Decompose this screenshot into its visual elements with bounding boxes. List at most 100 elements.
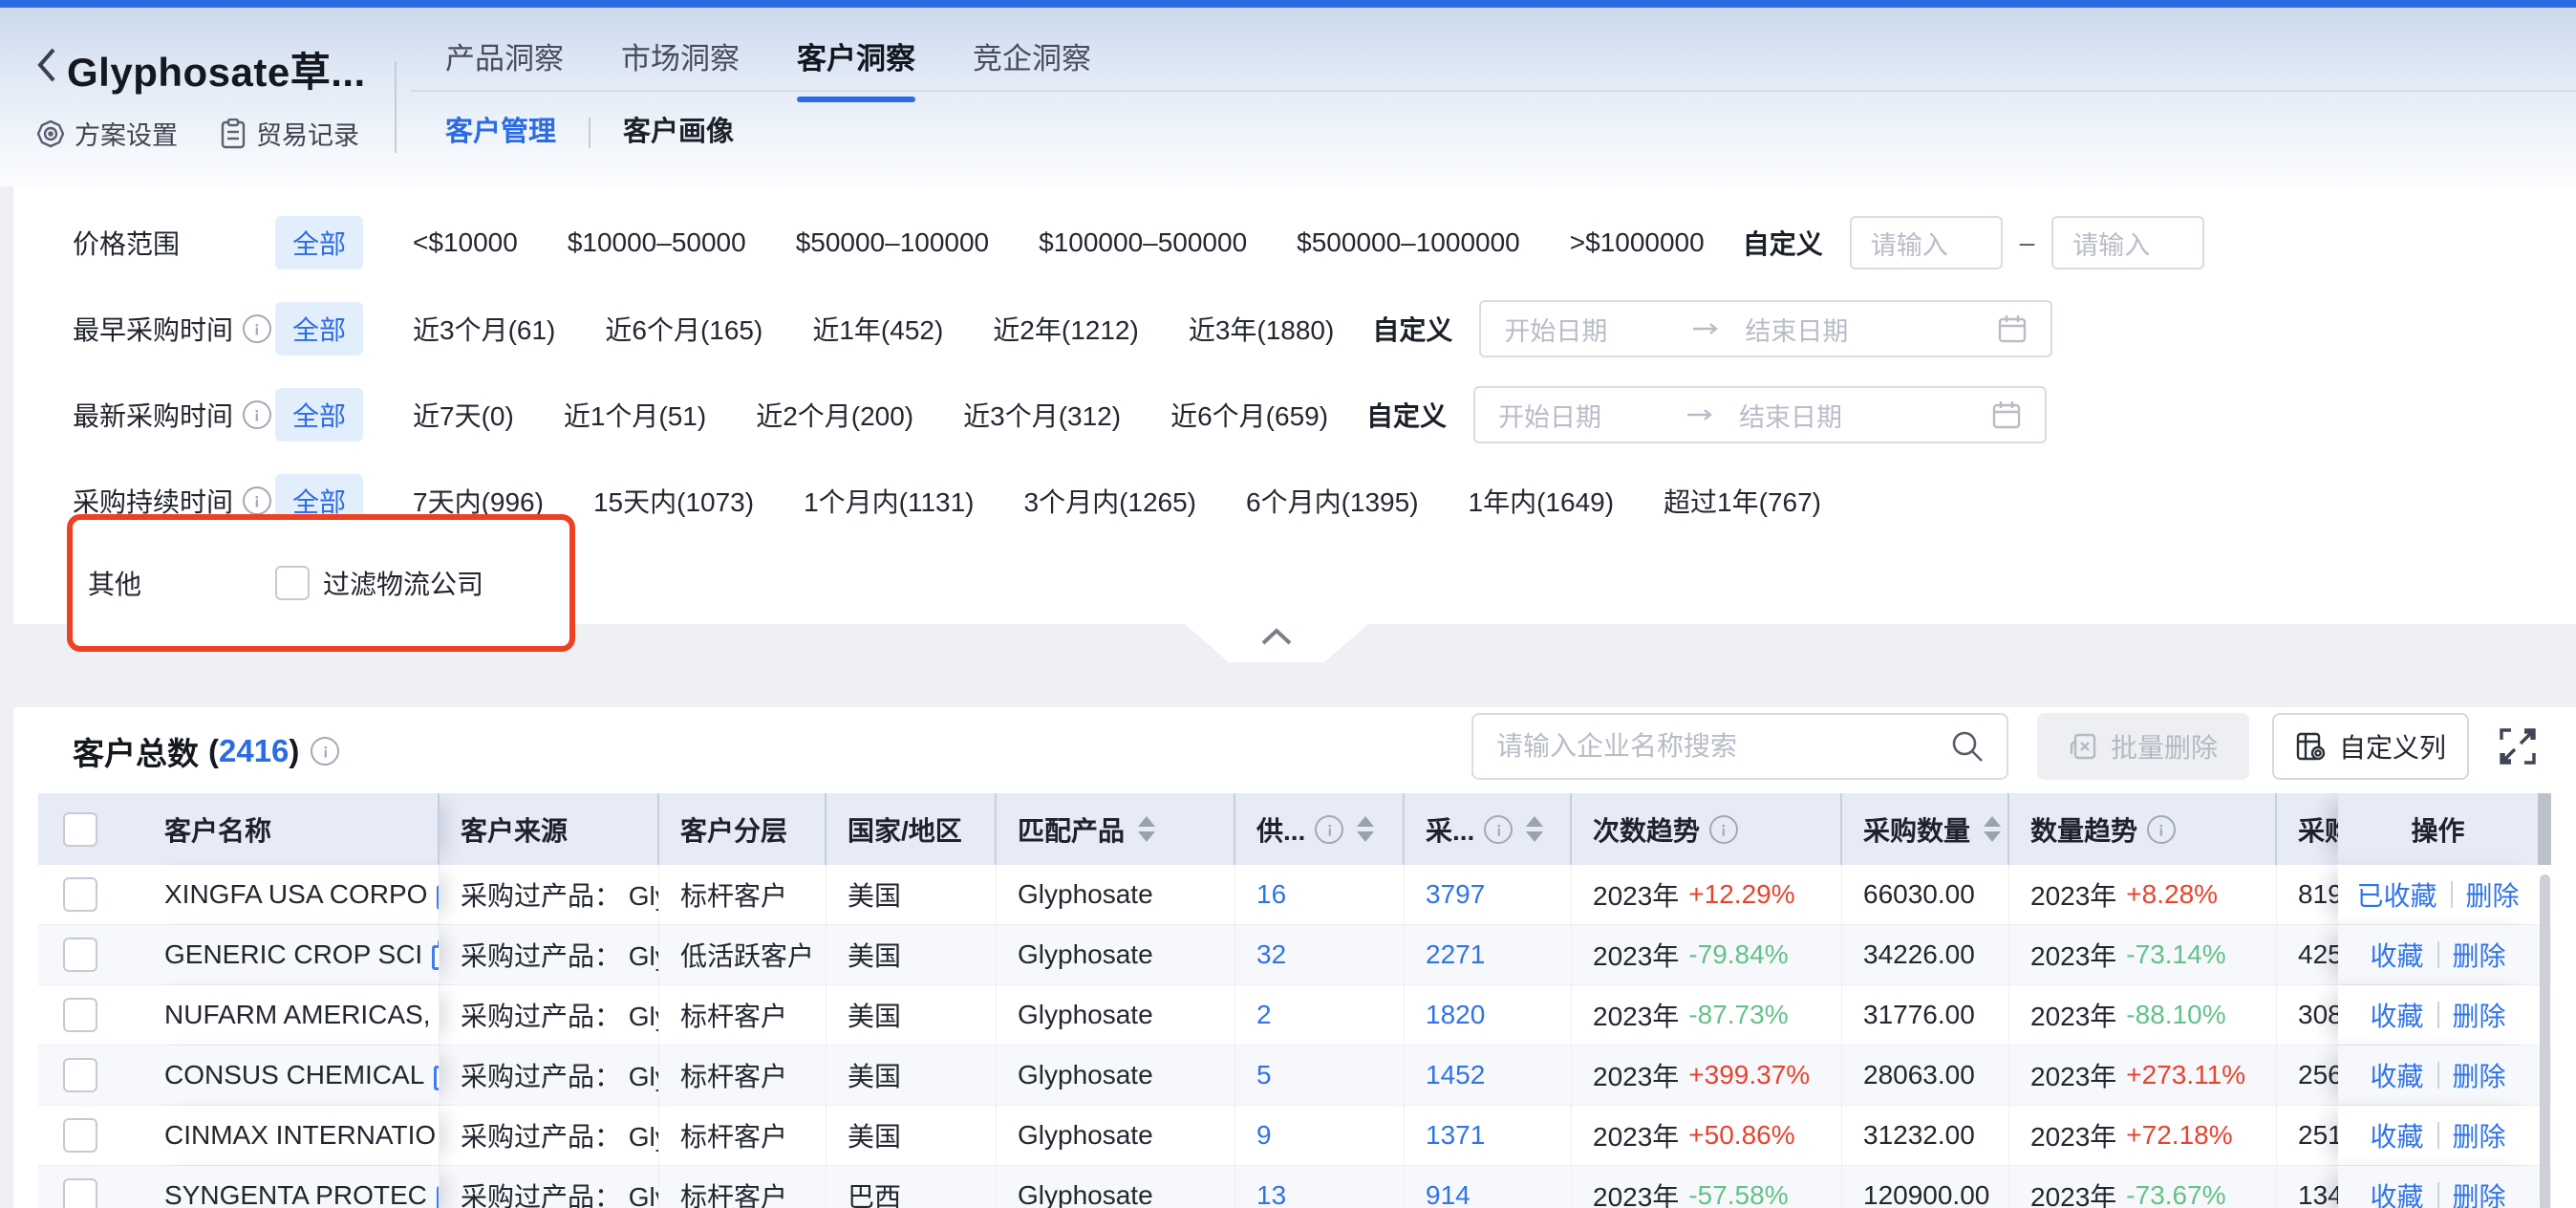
row-checkbox[interactable] <box>63 938 97 972</box>
purchases-count-link[interactable]: 914 <box>1426 1180 1470 1208</box>
primary-tab[interactable]: 产品洞察 <box>445 34 564 102</box>
column-header[interactable]: 数量趋势 <box>2009 793 2277 865</box>
date-range-picker[interactable]: 开始日期结束日期 <box>1479 300 2052 357</box>
filter-option[interactable]: 近1年(452) <box>812 310 943 348</box>
filter-logistics-checkbox[interactable] <box>275 566 310 600</box>
column-header[interactable]: 客户名称 <box>143 793 440 865</box>
delete-link[interactable]: 删除 <box>2453 996 2506 1034</box>
info-icon[interactable] <box>243 400 271 429</box>
filter-option[interactable]: 近2个月(200) <box>756 396 913 434</box>
column-header[interactable]: 采购数量 <box>1842 793 2009 865</box>
filter-option[interactable]: $500000–1000000 <box>1297 227 1520 258</box>
filter-option[interactable]: 全部 <box>275 388 363 442</box>
sort-icon[interactable] <box>1526 816 1543 842</box>
row-checkbox[interactable] <box>63 1118 97 1153</box>
column-header[interactable]: 匹配产品 <box>997 793 1235 865</box>
delete-link[interactable]: 删除 <box>2466 875 2520 914</box>
suppliers-count-link[interactable]: 13 <box>1256 1180 1286 1208</box>
fullscreen-icon[interactable] <box>2498 726 2538 766</box>
filter-option[interactable]: 1年内(1649) <box>1469 482 1615 520</box>
sort-icon[interactable] <box>1357 816 1374 842</box>
filter-option[interactable]: 近3年(1880) <box>1189 310 1335 348</box>
column-header[interactable]: 国家/地区 <box>826 793 997 865</box>
delete-link[interactable]: 删除 <box>2453 1116 2506 1154</box>
filter-option[interactable]: 15天内(1073) <box>593 482 754 520</box>
select-all-checkbox[interactable] <box>63 812 97 847</box>
info-icon[interactable] <box>243 314 271 343</box>
info-icon[interactable] <box>311 737 339 766</box>
filter-option[interactable]: 全部 <box>275 216 363 270</box>
filter-option[interactable]: 近1个月(51) <box>564 396 706 434</box>
suppliers-count-link[interactable]: 2 <box>1256 1000 1272 1030</box>
filter-option[interactable]: 近6个月(659) <box>1170 396 1328 434</box>
date-range-picker[interactable]: 开始日期结束日期 <box>1473 386 2047 443</box>
search-icon[interactable] <box>1949 728 1986 765</box>
quick-link-plan-settings[interactable]: 方案设置 <box>36 115 178 152</box>
filter-option[interactable]: >$1000000 <box>1570 227 1705 258</box>
batch-delete-button[interactable]: 批量删除 <box>2037 713 2249 780</box>
primary-tab[interactable]: 竞企洞察 <box>973 34 1091 102</box>
collapse-filters-button[interactable] <box>1185 624 1368 662</box>
filter-option[interactable]: 超过1年(767) <box>1664 482 1821 520</box>
filter-option[interactable]: 3个月内(1265) <box>1024 482 1197 520</box>
custom-range-label[interactable]: 自定义 <box>1366 396 1447 434</box>
search-input[interactable] <box>1494 730 1949 763</box>
custom-range-label[interactable]: 自定义 <box>1372 310 1452 348</box>
suppliers-count-link[interactable]: 16 <box>1256 879 1286 910</box>
quick-link-trade-records[interactable]: 贸易记录 <box>220 115 359 152</box>
row-checkbox[interactable] <box>63 998 97 1032</box>
info-icon[interactable] <box>1315 815 1343 844</box>
column-header[interactable]: 客户来源 <box>440 793 659 865</box>
filter-option[interactable]: 1个月内(1131) <box>804 482 974 520</box>
row-checkbox[interactable] <box>63 877 97 912</box>
purchases-count-link[interactable]: 1452 <box>1426 1060 1485 1090</box>
filter-option[interactable]: 近6个月(165) <box>605 310 762 348</box>
info-icon[interactable] <box>2147 815 2176 844</box>
filter-option[interactable]: <$10000 <box>413 227 518 258</box>
column-header[interactable]: 客户分层 <box>659 793 826 865</box>
favorite-link[interactable]: 收藏 <box>2370 1116 2423 1154</box>
purchases-count-link[interactable]: 3797 <box>1426 879 1485 910</box>
column-header[interactable]: 采... <box>1405 793 1572 865</box>
row-checkbox[interactable] <box>63 1058 97 1092</box>
delete-link[interactable]: 删除 <box>2453 1176 2506 1208</box>
favorite-link[interactable]: 收藏 <box>2370 936 2423 974</box>
sort-icon[interactable] <box>1984 816 2001 842</box>
info-icon[interactable] <box>1484 815 1513 844</box>
purchases-count-link[interactable]: 1371 <box>1426 1120 1485 1151</box>
copy-icon[interactable] <box>432 939 440 970</box>
column-header[interactable]: 次数趋势 <box>1572 793 1842 865</box>
delete-link[interactable]: 删除 <box>2453 1056 2506 1094</box>
suppliers-count-link[interactable]: 9 <box>1256 1120 1272 1151</box>
filter-option[interactable]: $100000–500000 <box>1039 227 1247 258</box>
filter-option[interactable]: 6个月内(1395) <box>1246 482 1419 520</box>
primary-tab[interactable]: 市场洞察 <box>621 34 740 102</box>
filter-option[interactable]: 近3个月(312) <box>963 396 1121 434</box>
custom-columns-button[interactable]: 自定义列 <box>2272 713 2469 780</box>
suppliers-count-link[interactable]: 32 <box>1256 939 1286 970</box>
info-icon[interactable] <box>243 486 271 515</box>
sort-icon[interactable] <box>1138 816 1155 842</box>
filter-option[interactable]: 近3个月(61) <box>413 310 555 348</box>
custom-min-input[interactable]: 请输入 <box>1850 216 2003 270</box>
favorite-link[interactable]: 收藏 <box>2370 996 2423 1034</box>
filter-option[interactable]: $10000–50000 <box>568 227 746 258</box>
filter-option[interactable]: $50000–100000 <box>796 227 989 258</box>
favorite-link[interactable]: 收藏 <box>2370 1056 2423 1094</box>
info-icon[interactable] <box>1709 815 1738 844</box>
filter-option[interactable]: 全部 <box>275 302 363 356</box>
delete-link[interactable]: 删除 <box>2453 936 2506 974</box>
custom-range-label[interactable]: 自定义 <box>1743 224 1823 262</box>
sub-tab[interactable]: 客户管理 <box>445 109 556 157</box>
sub-tab[interactable]: 客户画像 <box>623 109 734 157</box>
primary-tab[interactable]: 客户洞察 <box>797 34 915 102</box>
favorite-link[interactable]: 收藏 <box>2370 1176 2423 1208</box>
purchases-count-link[interactable]: 2271 <box>1426 939 1485 970</box>
column-header[interactable]: 供... <box>1235 793 1405 865</box>
favorite-link[interactable]: 已收藏 <box>2356 875 2436 914</box>
suppliers-count-link[interactable]: 5 <box>1256 1060 1272 1090</box>
custom-max-input[interactable]: 请输入 <box>2051 216 2204 270</box>
filter-option[interactable]: 近7天(0) <box>413 396 514 434</box>
filter-option[interactable]: 近2年(1212) <box>993 310 1139 348</box>
vertical-scrollbar[interactable] <box>2540 874 2550 1208</box>
